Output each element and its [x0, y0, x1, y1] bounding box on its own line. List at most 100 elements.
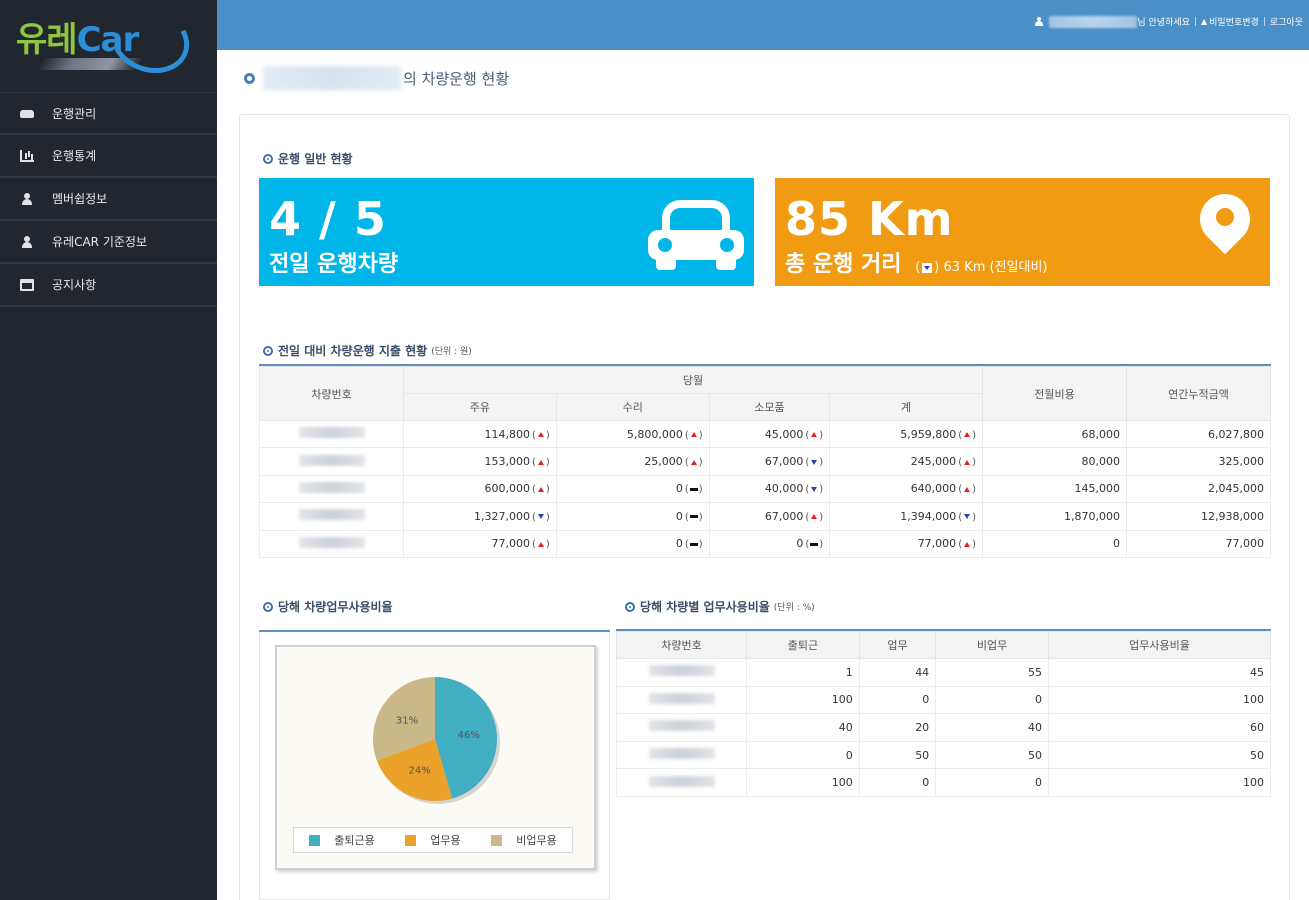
cell-value: 100: [746, 768, 860, 797]
section-title-pie: 당해 차량업무사용비율: [263, 598, 393, 615]
vehicle-no-redacted: [259, 447, 404, 476]
table-row: 100 0 0 100: [616, 685, 1272, 715]
kpi-delta: () 63 Km (전일대비): [915, 260, 1048, 275]
trend-indicator: (): [532, 457, 550, 469]
legend-swatch: [309, 834, 321, 846]
cell-cons: 40,000(): [708, 474, 831, 504]
col-annual: 연간누적금액: [1126, 366, 1271, 421]
trend-up-icon: [536, 458, 546, 467]
cell-repair: 25,000(): [555, 447, 710, 476]
cell-cons: 0(): [708, 529, 831, 558]
col-header: 업무사용비율: [1047, 631, 1272, 659]
expense-table: 차량번호 당월 전월비용 연간누적금액 주유 수리 소모품 계 114,800(…: [259, 364, 1271, 558]
table-row: 100 0 0 100: [616, 768, 1272, 797]
user-menu: 님 안녕하세요 | ▲ 비밀번호변경 | 로그아웃: [1035, 15, 1303, 28]
cell-annual: 325,000: [1126, 447, 1271, 476]
separator: |: [1193, 16, 1197, 27]
legend-item-business: 업무용: [405, 832, 461, 848]
table-row: 600,000() 0() 40,000() 640,000() 145,000 2,04…: [259, 474, 1271, 504]
circle-bullet-icon: [263, 345, 273, 356]
kpi-value: 4 / 5: [269, 192, 387, 246]
company-name-redacted: [263, 66, 401, 90]
cell-value: 45: [1047, 658, 1272, 687]
sidebar-item-statistics[interactable]: 운행통계: [0, 135, 217, 178]
col-vehicle-no: 차량번호: [259, 366, 404, 421]
kpi-card-vehicles: 4 / 5 전일 운행차량: [259, 178, 754, 286]
trend-flat-icon: [689, 512, 699, 521]
trend-indicator: (): [532, 539, 550, 551]
vehicle-no-redacted: [259, 419, 404, 449]
map-pin-icon: [1189, 183, 1261, 268]
kpi-card-distance: 85 Km 총 운행 거리 () 63 Km (전일대비): [775, 178, 1270, 286]
sidebar-item-membership[interactable]: 멤버쉽정보: [0, 178, 217, 221]
circle-bullet-icon: [263, 153, 273, 164]
trend-flat-icon: [809, 540, 819, 549]
cell-value: 50: [1047, 740, 1272, 770]
table-row: 153,000() 25,000() 67,000() 245,000() 80,000…: [259, 447, 1271, 476]
pie-legend: 출퇴근용 업무용 비업무용: [293, 827, 573, 853]
col-prev-month: 전월비용: [982, 366, 1127, 421]
ratio-table: 차량번호 출퇴근 업무 비업무 업무사용비율 1 44 55 45 100 0 0 100 40 20 40…: [616, 629, 1272, 797]
trend-up-icon: [689, 430, 699, 439]
vehicle-no-redacted: [259, 529, 404, 558]
cell-annual: 12,938,000: [1126, 502, 1271, 531]
section-title-general: 운행 일반 현황: [263, 150, 353, 167]
trend-up-icon: [689, 458, 699, 467]
sidebar-item-operation[interactable]: 운행관리: [0, 92, 217, 135]
trend-up-icon: [962, 430, 972, 439]
kpi-value: 85 Km: [785, 192, 954, 246]
trend-down-icon: [962, 512, 972, 521]
page-title-text: 의 차량운행 현황: [403, 69, 510, 88]
trend-indicator: (): [805, 511, 824, 523]
section-title-expense: 전일 대비 차량운행 지출 현황 (단위 : 원): [263, 342, 472, 359]
cell-value: 0: [935, 768, 1049, 797]
pie-slice-label: 46%: [458, 730, 480, 741]
legend-item-commute: 출퇴근용: [309, 832, 375, 848]
circle-bullet-icon: [625, 601, 635, 612]
user-icon: [20, 235, 34, 248]
vehicle-no-redacted: [616, 768, 747, 797]
calendar-icon: [20, 278, 34, 291]
page-title: 의 차량운행 현황: [244, 66, 509, 90]
cell-prev-month: 145,000: [982, 474, 1127, 504]
cell-value: 50: [935, 740, 1049, 770]
trend-up-icon: [536, 540, 546, 549]
table-row: 114,800() 5,800,000() 45,000() 5,959,800() 6…: [259, 419, 1271, 449]
cell-fuel: 114,800(): [403, 419, 557, 449]
cell-repair: 5,800,000(): [555, 419, 710, 449]
car-icon: [648, 200, 744, 270]
kpi-label: 전일 운행차량: [269, 252, 399, 277]
cell-total: 5,959,800(): [829, 419, 983, 449]
cell-repair: 0(): [555, 529, 710, 558]
change-password-link[interactable]: 비밀번호변경: [1209, 15, 1259, 28]
gear-icon: [244, 72, 255, 84]
cell-total: 245,000(): [829, 447, 983, 476]
user-name-redacted: [1049, 15, 1138, 28]
trend-up-icon: [962, 540, 972, 549]
logout-link[interactable]: 로그아웃: [1270, 15, 1303, 28]
sidebar-item-notice[interactable]: 공지사항: [0, 264, 217, 307]
vehicle-no-redacted: [616, 713, 747, 742]
lock-icon: ▲: [1200, 17, 1208, 26]
cell-fuel: 153,000(): [403, 447, 557, 476]
trend-indicator: (): [684, 429, 703, 441]
trend-indicator: (): [532, 484, 550, 496]
cell-fuel: 1,327,000(): [403, 502, 557, 531]
trend-indicator: (): [805, 539, 824, 551]
trend-indicator: (): [805, 429, 824, 441]
legend-swatch: [491, 834, 503, 846]
sidebar-item-label: 운행관리: [52, 106, 97, 121]
user-icon: [20, 192, 34, 205]
trend-indicator: (): [958, 539, 976, 551]
trend-indicator: (): [684, 457, 703, 469]
greeting-text: 님 안녕하세요: [1137, 18, 1190, 28]
cell-value: 100: [1047, 768, 1272, 797]
sidebar-item-base-info[interactable]: 유레CAR 기준정보: [0, 221, 217, 264]
trend-indicator: (): [532, 429, 550, 441]
trend-indicator: (): [684, 539, 703, 551]
col-group-current-month: 당월: [403, 366, 983, 394]
logo[interactable]: 유레Car: [0, 0, 217, 92]
col-total: 계: [829, 393, 983, 421]
col-consumables: 소모품: [708, 393, 831, 421]
trend-indicator: (): [532, 511, 550, 523]
